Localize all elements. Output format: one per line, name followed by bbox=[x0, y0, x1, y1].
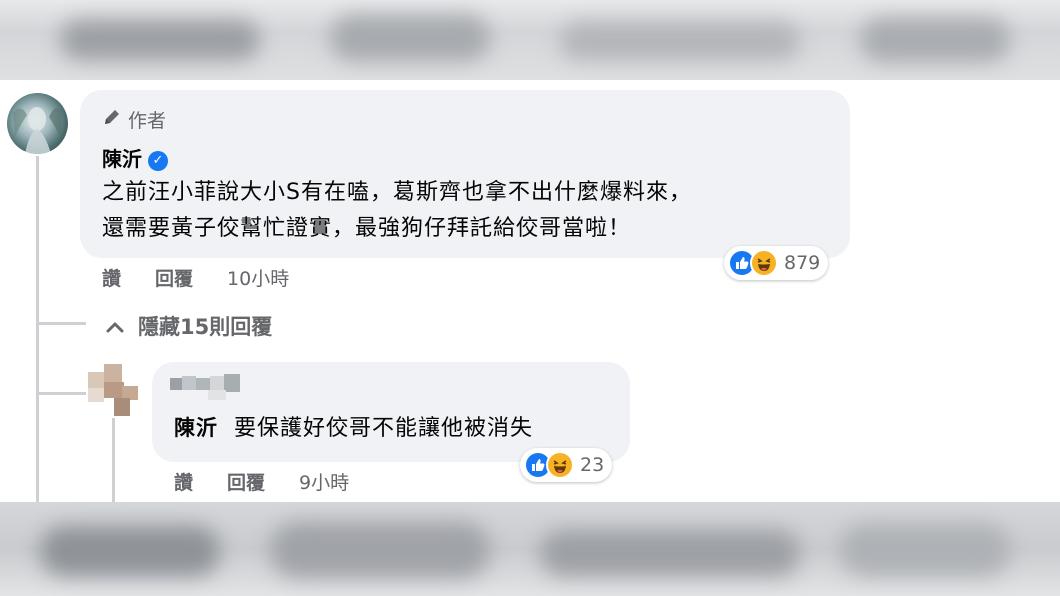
like-action[interactable]: 讚 bbox=[102, 264, 121, 291]
like-action[interactable]: 讚 bbox=[174, 468, 193, 495]
author-badge: 作者 bbox=[102, 106, 166, 133]
comment-author-name[interactable]: 陳沂 ✓ bbox=[102, 143, 168, 172]
hide-replies-label[interactable]: 隱藏15則回覆 bbox=[138, 311, 272, 341]
comment-actions: 讚 回覆 10小時 bbox=[102, 264, 289, 291]
author-avatar[interactable] bbox=[7, 93, 68, 154]
thread-line-reply-branch bbox=[36, 392, 86, 395]
reply-mention[interactable]: 陳沂 bbox=[174, 416, 218, 440]
reply-actions: 讚 回覆 9小時 bbox=[174, 468, 349, 495]
blurred-footer-region bbox=[0, 502, 1060, 596]
chevron-up-icon bbox=[106, 314, 124, 338]
pencil-icon bbox=[102, 107, 122, 132]
reply-avatar[interactable] bbox=[88, 364, 140, 416]
author-badge-label: 作者 bbox=[128, 110, 167, 132]
comment-text: 之前汪小菲說大小S有在嗑，葛斯齊也拿不出什麼爆料來， 還需要黃子佼幫忙證實，最強… bbox=[102, 175, 692, 247]
comment-text-line-1: 之前汪小菲說大小S有在嗑，葛斯齊也拿不出什麼爆料來， bbox=[102, 180, 692, 205]
haha-icon bbox=[750, 249, 778, 277]
comment-reactions[interactable]: 879 bbox=[724, 246, 829, 280]
verified-badge-icon: ✓ bbox=[148, 150, 168, 171]
reply-timestamp[interactable]: 9小時 bbox=[299, 468, 349, 495]
author-name-text[interactable]: 陳沂 bbox=[102, 147, 142, 171]
reply-text-body: 要保護好佼哥不能讓他被消失 bbox=[234, 416, 534, 441]
reaction-count: 23 bbox=[580, 454, 605, 476]
comment-timestamp[interactable]: 10小時 bbox=[227, 264, 289, 291]
comment-text-line-2: 還需要黃子佼幫忙證實，最強狗仔拜託給佼哥當啦！ bbox=[102, 216, 632, 241]
reply-reactions[interactable]: 23 bbox=[520, 448, 613, 482]
haha-icon bbox=[546, 451, 574, 479]
blurred-header-region bbox=[0, 0, 1060, 80]
thread-line-reply bbox=[112, 418, 115, 502]
hide-replies-toggle[interactable]: 隱藏15則回覆 bbox=[106, 311, 272, 341]
reply-author-name-redacted[interactable] bbox=[170, 374, 250, 400]
reply-text: 陳沂 要保護好佼哥不能讓他被消失 bbox=[174, 410, 533, 447]
reply-action[interactable]: 回覆 bbox=[155, 264, 193, 291]
reply-action[interactable]: 回覆 bbox=[227, 468, 265, 495]
thread-line-main bbox=[36, 156, 39, 502]
reaction-count: 879 bbox=[784, 252, 821, 274]
thread-line-branch bbox=[36, 322, 86, 325]
